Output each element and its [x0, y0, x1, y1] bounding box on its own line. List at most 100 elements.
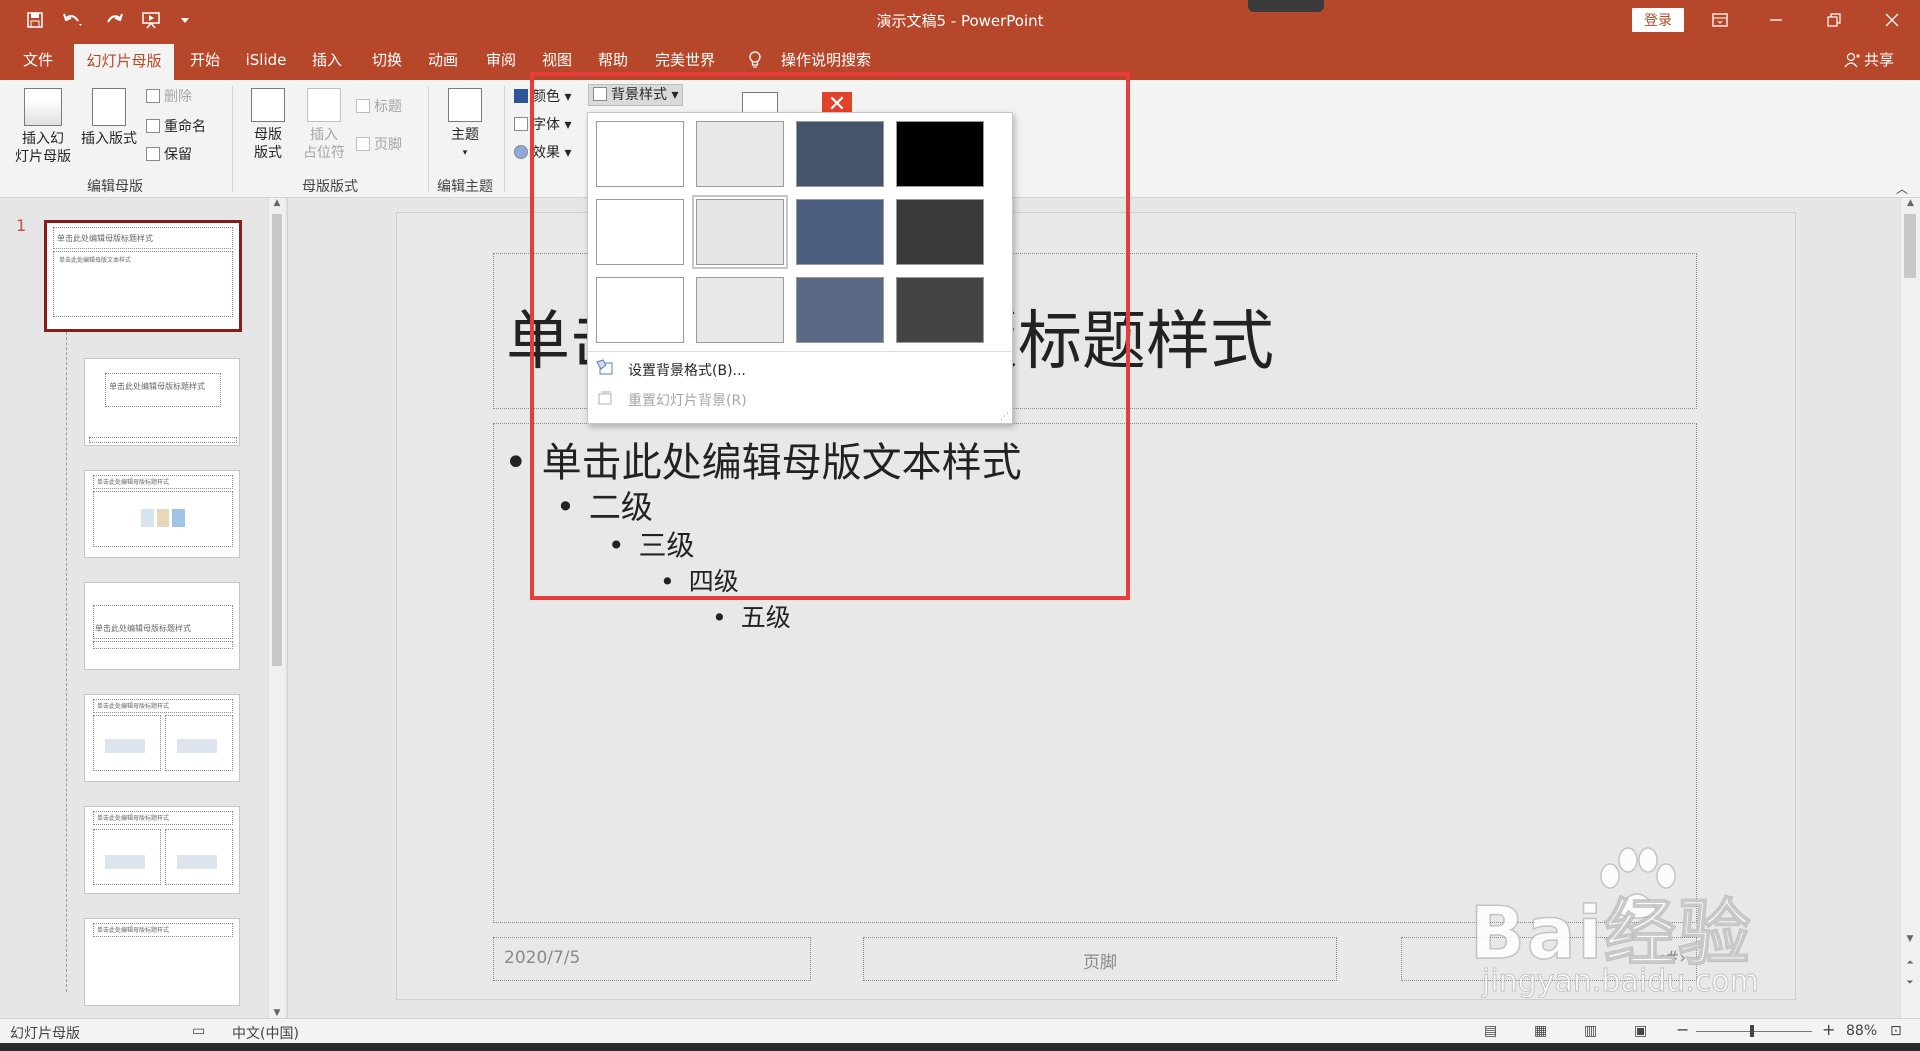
group-separator	[504, 86, 505, 192]
delete-button[interactable]: 删除	[146, 86, 192, 108]
next-slide-icon[interactable]: ⏷	[1901, 978, 1919, 988]
insert-master-label: 插入幻 灯片母版	[15, 131, 71, 165]
title-checkbox[interactable]: 标题	[356, 96, 402, 118]
fonts-icon	[514, 117, 528, 131]
layout-thumbnail[interactable]: 单击此处编辑母版标题样式	[84, 694, 240, 782]
thumb-content-icons	[141, 509, 185, 527]
thumb-footer-box	[89, 437, 237, 443]
slide-sorter-icon[interactable]: ▦	[1534, 1023, 1547, 1039]
zoom-in-icon[interactable]: +	[1822, 1020, 1835, 1039]
title-check-label: 标题	[374, 99, 402, 115]
layout-thumbnail[interactable]: 单击此处编辑母版标题样式	[84, 470, 240, 558]
slide-thumbnail-pane: 1 单击此处编辑母版标题样式 单击此处编辑母版文本样式 单击此处编辑母版标题样式…	[0, 198, 288, 1018]
tab-transitions[interactable]: 切换	[364, 40, 410, 80]
insert-layout-icon	[92, 88, 126, 126]
thumb-title-text: 单击此处编辑母版标题样式	[95, 624, 191, 633]
restore-icon[interactable]	[1810, 0, 1858, 40]
rename-icon	[146, 119, 160, 133]
title-bar: 演示文稿5 - PowerPoint 登录	[0, 0, 1920, 40]
insert-placeholder-icon	[307, 88, 341, 122]
tab-islide[interactable]: iSlide	[240, 40, 292, 80]
footer-placeholder[interactable]: 页脚	[863, 937, 1337, 981]
themes-icon	[448, 88, 482, 122]
login-button[interactable]: 登录	[1632, 8, 1684, 32]
master-layout-icon	[251, 88, 285, 122]
checkbox-icon	[356, 137, 370, 151]
share-button[interactable]: 共享	[1844, 40, 1894, 80]
person-icon	[1844, 43, 1860, 83]
accessibility-icon[interactable]: ▭	[192, 1023, 205, 1039]
group-label-edit-theme: 编辑主题	[437, 179, 493, 195]
themes-label: 主题	[451, 127, 479, 143]
share-label: 共享	[1863, 51, 1894, 69]
previous-slide-icon[interactable]: ⏶	[1901, 958, 1919, 968]
slideshow-icon[interactable]: ▣	[1634, 1023, 1647, 1039]
layout-thumbnail[interactable]: 单击此处编辑母版标题样式	[84, 358, 240, 446]
insert-placeholder-button[interactable]: 插入 占位符	[296, 88, 352, 162]
thumb-title-text: 单击此处编辑母版标题样式	[109, 382, 205, 391]
tab-review[interactable]: 审阅	[478, 40, 524, 80]
master-thumbnail[interactable]: 单击此处编辑母版标题样式 单击此处编辑母版文本样式	[44, 220, 242, 332]
thumb-content-icons	[177, 739, 217, 753]
thumb-body-text: 单击此处编辑母版文本样式	[59, 257, 132, 264]
preserve-label: 保留	[164, 147, 192, 163]
taskbar-strip	[0, 1043, 1920, 1051]
master-layout-button[interactable]: 母版 版式	[240, 88, 296, 162]
tab-insert[interactable]: 插入	[304, 40, 350, 80]
close-icon[interactable]	[1868, 0, 1916, 40]
canvas-scrollbar[interactable]: ▲ ▼ ⏶ ⏷	[1900, 198, 1920, 1018]
scroll-down-icon[interactable]: ▼	[269, 1008, 285, 1018]
insert-layout-button[interactable]: 插入版式	[76, 88, 142, 148]
layout-thumbnail[interactable]: 单击此处编辑母版标题样式	[84, 918, 240, 1006]
ribbon-display-options-icon[interactable]	[1696, 0, 1744, 40]
thumbnail-scrollbar[interactable]: ▲ ▼	[268, 198, 285, 1018]
scroll-up-icon[interactable]: ▲	[1901, 198, 1920, 208]
minimize-icon[interactable]	[1752, 0, 1800, 40]
thumb-title-text: 单击此处编辑母版标题样式	[97, 815, 170, 822]
tab-file[interactable]: 文件	[14, 40, 62, 80]
watermark-url-text: jingyan.baidu.com	[1482, 964, 1760, 1000]
thumb-content-icons	[177, 855, 217, 869]
baidu-watermark: Bai经验 jingyan.baidu.com	[1469, 847, 1850, 1010]
preserve-button[interactable]: 保留	[146, 144, 192, 166]
group-separator	[232, 86, 233, 192]
checkbox-icon	[356, 99, 370, 113]
insert-slide-master-button[interactable]: 插入幻 灯片母版	[10, 88, 76, 166]
themes-button[interactable]: 主题 ▾	[436, 88, 494, 162]
footer-text: 页脚	[1083, 953, 1117, 973]
scroll-thumb[interactable]	[1904, 214, 1916, 278]
rename-label: 重命名	[164, 119, 206, 135]
zoom-slider-thumb[interactable]	[1750, 1025, 1754, 1037]
status-language[interactable]: 中文(中国)	[232, 1023, 299, 1043]
tab-animations[interactable]: 动画	[420, 40, 466, 80]
zoom-slider[interactable]	[1696, 1025, 1812, 1037]
rename-button[interactable]: 重命名	[146, 116, 206, 138]
thumb-title-text: 单击此处编辑母版标题样式	[97, 479, 170, 486]
footer-checkbox[interactable]: 页脚	[356, 134, 402, 156]
tab-slide-master[interactable]: 幻灯片母版	[74, 44, 174, 80]
camera-notch	[1248, 0, 1324, 12]
date-placeholder[interactable]: 2020/7/5	[493, 937, 811, 981]
scroll-thumb[interactable]	[272, 214, 282, 666]
tab-home[interactable]: 开始	[182, 40, 228, 80]
zoom-level[interactable]: 88%	[1846, 1023, 1877, 1039]
insert-layout-label: 插入版式	[81, 131, 137, 147]
layout-thumbnail[interactable]: 单击此处编辑母版标题样式	[84, 582, 240, 670]
zoom-out-icon[interactable]: −	[1676, 1020, 1689, 1039]
lightbulb-icon	[748, 51, 762, 73]
group-label-edit-master: 编辑母版	[87, 179, 143, 195]
thumb-footer-box	[93, 641, 233, 649]
scroll-down-icon[interactable]: ▼	[1901, 934, 1919, 944]
normal-view-icon[interactable]: ▤	[1484, 1023, 1497, 1039]
reading-view-icon[interactable]: ▥	[1584, 1023, 1597, 1039]
status-bar: 幻灯片母版 ▭ 中文(中国) ▤ ▦ ▥ ▣ − + 88% ⊡	[0, 1018, 1920, 1043]
status-view-name: 幻灯片母版	[10, 1026, 80, 1042]
collapse-ribbon-icon[interactable]: ︿	[1896, 180, 1908, 197]
fit-to-window-icon[interactable]: ⊡	[1890, 1023, 1902, 1039]
chevron-down-icon: ▾	[462, 148, 468, 158]
scroll-up-icon[interactable]: ▲	[269, 198, 285, 208]
layout-thumbnail[interactable]: 单击此处编辑母版标题样式	[84, 806, 240, 894]
master-layout-label: 母版 版式	[254, 127, 282, 161]
footer-check-label: 页脚	[374, 137, 402, 153]
group-label-master-layout: 母版版式	[302, 179, 358, 195]
